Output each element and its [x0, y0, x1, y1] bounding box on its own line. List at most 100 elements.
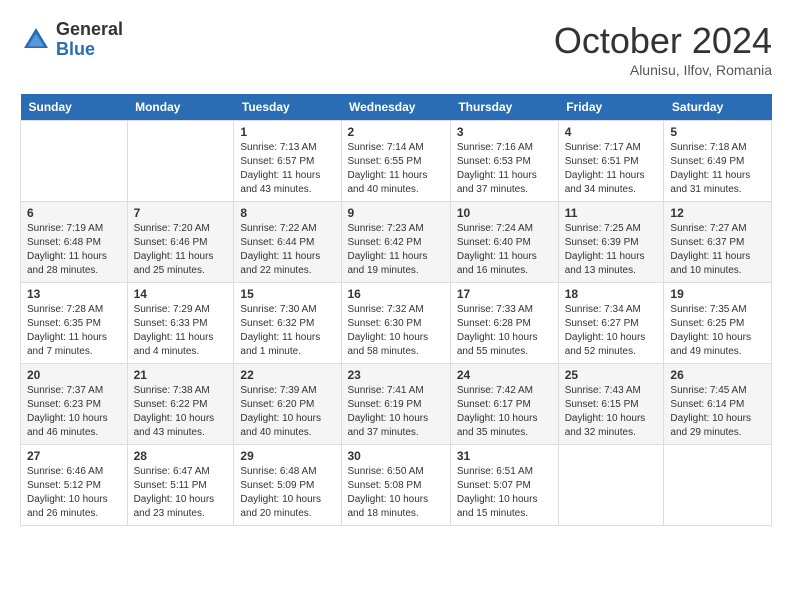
day-info: Sunrise: 6:46 AM Sunset: 5:12 PM Dayligh… — [27, 465, 121, 521]
calendar-cell: 6 Sunrise: 7:19 AM Sunset: 6:48 PM Daylig… — [21, 202, 128, 283]
day-info: Sunrise: 7:23 AM Sunset: 6:42 PM Dayligh… — [348, 222, 444, 278]
day-info: Sunrise: 7:22 AM Sunset: 6:44 PM Dayligh… — [240, 222, 334, 278]
calendar-cell: 21 Sunrise: 7:38 AM Sunset: 6:22 PM Dayli… — [127, 364, 234, 445]
day-number: 18 — [565, 287, 658, 301]
day-header-sunday: Sunday — [21, 94, 128, 121]
calendar-cell: 7 Sunrise: 7:20 AM Sunset: 6:46 PM Daylig… — [127, 202, 234, 283]
day-info: Sunrise: 6:51 AM Sunset: 5:07 PM Dayligh… — [457, 465, 552, 521]
calendar-cell: 28 Sunrise: 6:47 AM Sunset: 5:11 PM Dayli… — [127, 445, 234, 526]
day-number: 2 — [348, 125, 444, 139]
day-info: Sunrise: 7:39 AM Sunset: 6:20 PM Dayligh… — [240, 384, 334, 440]
calendar-cell: 31Sunrise: 6:51 AM Sunset: 5:07 PM Dayli… — [450, 445, 558, 526]
calendar-row-3: 13Sunrise: 7:28 AM Sunset: 6:35 PM Dayli… — [21, 283, 772, 364]
day-info: Sunrise: 7:33 AM Sunset: 6:28 PM Dayligh… — [457, 303, 552, 359]
day-info: Sunrise: 7:35 AM Sunset: 6:25 PM Dayligh… — [670, 303, 765, 359]
calendar-cell: 24 Sunrise: 7:42 AM Sunset: 6:17 PM Dayli… — [450, 364, 558, 445]
day-number: 6 — [27, 206, 121, 220]
day-number: 27 — [27, 449, 121, 463]
day-number: 8 — [240, 206, 334, 220]
day-info: Sunrise: 7:19 AM Sunset: 6:48 PM Dayligh… — [27, 222, 121, 278]
day-number: 3 — [457, 125, 552, 139]
calendar-cell — [21, 121, 128, 202]
calendar-cell: 18 Sunrise: 7:34 AM Sunset: 6:27 PM Dayli… — [558, 283, 664, 364]
day-number: 10 — [457, 206, 552, 220]
day-number: 16 — [348, 287, 444, 301]
day-info: Sunrise: 7:20 AM Sunset: 6:46 PM Dayligh… — [134, 222, 228, 278]
calendar-cell — [127, 121, 234, 202]
day-number: 24 — [457, 368, 552, 382]
day-number: 7 — [134, 206, 228, 220]
calendar-cell: 26 Sunrise: 7:45 AM Sunset: 6:14 PM Dayli… — [664, 364, 772, 445]
day-info: Sunrise: 6:50 AM Sunset: 5:08 PM Dayligh… — [348, 465, 444, 521]
day-info: Sunrise: 7:41 AM Sunset: 6:19 PM Dayligh… — [348, 384, 444, 440]
day-info: Sunrise: 7:18 AM Sunset: 6:49 PM Dayligh… — [670, 141, 765, 197]
day-info: Sunrise: 7:30 AM Sunset: 6:32 PM Dayligh… — [240, 303, 334, 359]
title-area: October 2024 Alunisu, Ilfov, Romania — [554, 20, 772, 78]
day-header-monday: Monday — [127, 94, 234, 121]
day-number: 5 — [670, 125, 765, 139]
logo-icon — [20, 24, 52, 56]
day-info: Sunrise: 7:45 AM Sunset: 6:14 PM Dayligh… — [670, 384, 765, 440]
day-number: 14 — [134, 287, 228, 301]
day-info: Sunrise: 7:16 AM Sunset: 6:53 PM Dayligh… — [457, 141, 552, 197]
day-number: 25 — [565, 368, 658, 382]
day-info: Sunrise: 7:38 AM Sunset: 6:22 PM Dayligh… — [134, 384, 228, 440]
day-info: Sunrise: 7:43 AM Sunset: 6:15 PM Dayligh… — [565, 384, 658, 440]
calendar-cell: 20Sunrise: 7:37 AM Sunset: 6:23 PM Dayli… — [21, 364, 128, 445]
day-info: Sunrise: 7:27 AM Sunset: 6:37 PM Dayligh… — [670, 222, 765, 278]
calendar-row-2: 6 Sunrise: 7:19 AM Sunset: 6:48 PM Daylig… — [21, 202, 772, 283]
calendar-cell: 27 Sunrise: 6:46 AM Sunset: 5:12 PM Dayli… — [21, 445, 128, 526]
day-info: Sunrise: 7:13 AM Sunset: 6:57 PM Dayligh… — [240, 141, 334, 197]
day-info: Sunrise: 7:14 AM Sunset: 6:55 PM Dayligh… — [348, 141, 444, 197]
logo-blue-text: Blue — [56, 40, 123, 60]
logo: General Blue — [20, 20, 123, 60]
day-info: Sunrise: 6:47 AM Sunset: 5:11 PM Dayligh… — [134, 465, 228, 521]
header: General Blue October 2024 Alunisu, Ilfov… — [20, 20, 772, 78]
calendar-cell: 13Sunrise: 7:28 AM Sunset: 6:35 PM Dayli… — [21, 283, 128, 364]
calendar-cell: 1 Sunrise: 7:13 AM Sunset: 6:57 PM Daylig… — [234, 121, 341, 202]
calendar-row-5: 27 Sunrise: 6:46 AM Sunset: 5:12 PM Dayli… — [21, 445, 772, 526]
day-number: 1 — [240, 125, 334, 139]
calendar-cell: 23Sunrise: 7:41 AM Sunset: 6:19 PM Dayli… — [341, 364, 450, 445]
calendar-cell: 9 Sunrise: 7:23 AM Sunset: 6:42 PM Daylig… — [341, 202, 450, 283]
calendar-cell — [664, 445, 772, 526]
day-header-wednesday: Wednesday — [341, 94, 450, 121]
logo-text: General Blue — [56, 20, 123, 60]
day-number: 4 — [565, 125, 658, 139]
calendar-cell: 29Sunrise: 6:48 AM Sunset: 5:09 PM Dayli… — [234, 445, 341, 526]
day-info: Sunrise: 7:42 AM Sunset: 6:17 PM Dayligh… — [457, 384, 552, 440]
calendar-cell — [558, 445, 664, 526]
calendar-cell: 10Sunrise: 7:24 AM Sunset: 6:40 PM Dayli… — [450, 202, 558, 283]
day-info: Sunrise: 7:34 AM Sunset: 6:27 PM Dayligh… — [565, 303, 658, 359]
calendar-cell: 11Sunrise: 7:25 AM Sunset: 6:39 PM Dayli… — [558, 202, 664, 283]
month-title: October 2024 — [554, 20, 772, 62]
calendar-row-1: 1 Sunrise: 7:13 AM Sunset: 6:57 PM Daylig… — [21, 121, 772, 202]
calendar-cell: 5 Sunrise: 7:18 AM Sunset: 6:49 PM Daylig… — [664, 121, 772, 202]
calendar-cell: 8 Sunrise: 7:22 AM Sunset: 6:44 PM Daylig… — [234, 202, 341, 283]
day-info: Sunrise: 7:25 AM Sunset: 6:39 PM Dayligh… — [565, 222, 658, 278]
day-info: Sunrise: 7:17 AM Sunset: 6:51 PM Dayligh… — [565, 141, 658, 197]
day-header-tuesday: Tuesday — [234, 94, 341, 121]
calendar-cell: 17Sunrise: 7:33 AM Sunset: 6:28 PM Dayli… — [450, 283, 558, 364]
calendar-cell: 15Sunrise: 7:30 AM Sunset: 6:32 PM Dayli… — [234, 283, 341, 364]
calendar-cell: 2 Sunrise: 7:14 AM Sunset: 6:55 PM Daylig… — [341, 121, 450, 202]
calendar-cell: 16 Sunrise: 7:32 AM Sunset: 6:30 PM Dayli… — [341, 283, 450, 364]
day-number: 22 — [240, 368, 334, 382]
day-info: Sunrise: 7:29 AM Sunset: 6:33 PM Dayligh… — [134, 303, 228, 359]
day-header-thursday: Thursday — [450, 94, 558, 121]
day-number: 19 — [670, 287, 765, 301]
calendar-cell: 12 Sunrise: 7:27 AM Sunset: 6:37 PM Dayli… — [664, 202, 772, 283]
day-number: 12 — [670, 206, 765, 220]
day-info: Sunrise: 7:32 AM Sunset: 6:30 PM Dayligh… — [348, 303, 444, 359]
day-number: 30 — [348, 449, 444, 463]
calendar: SundayMondayTuesdayWednesdayThursdayFrid… — [20, 94, 772, 526]
day-number: 29 — [240, 449, 334, 463]
day-number: 9 — [348, 206, 444, 220]
day-number: 26 — [670, 368, 765, 382]
day-number: 28 — [134, 449, 228, 463]
day-number: 21 — [134, 368, 228, 382]
calendar-header-row: SundayMondayTuesdayWednesdayThursdayFrid… — [21, 94, 772, 121]
calendar-row-4: 20Sunrise: 7:37 AM Sunset: 6:23 PM Dayli… — [21, 364, 772, 445]
day-number: 13 — [27, 287, 121, 301]
calendar-cell: 22 Sunrise: 7:39 AM Sunset: 6:20 PM Dayli… — [234, 364, 341, 445]
